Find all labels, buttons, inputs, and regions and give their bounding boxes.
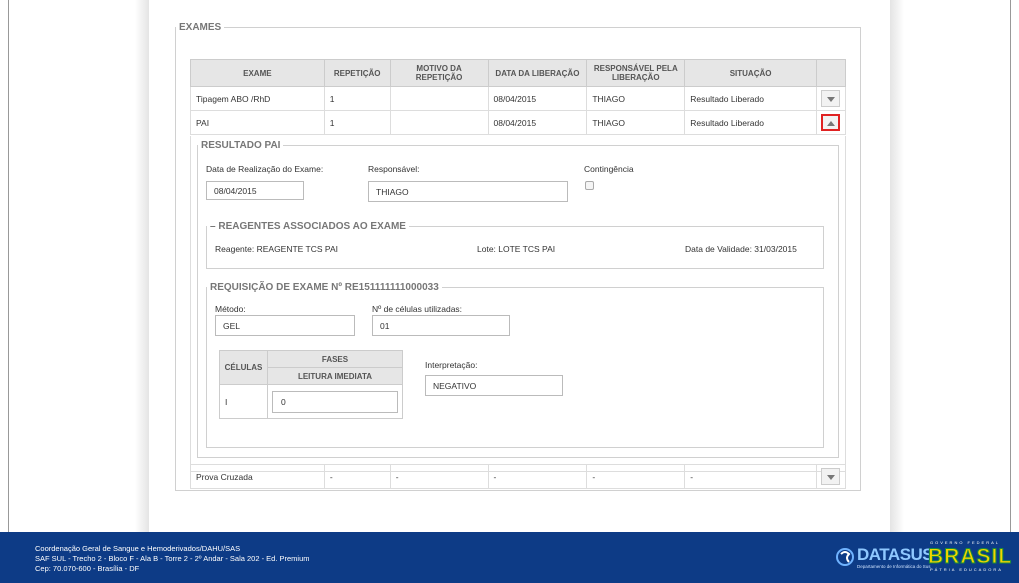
- cell-celula: I: [219, 384, 268, 419]
- responsavel-label: Responsável:: [368, 164, 420, 174]
- leitura-value: 0: [281, 396, 286, 407]
- page-shadow-left: [135, 0, 149, 532]
- cell-repeticao: 1: [323, 86, 391, 111]
- exames-table: EXAME REPETIÇÃO MOTIVO DA REPETIÇÃO DATA…: [190, 59, 847, 135]
- contingencia-label: Contingência: [584, 164, 634, 174]
- table-row: I 0: [219, 384, 403, 419]
- col-data: DATA DA LIBERAÇÃO: [487, 59, 588, 87]
- lote-text: Lote: LOTE TCS PAI: [477, 244, 556, 254]
- validade-text: Data de Validade: 31/03/2015: [685, 244, 797, 254]
- cell-toggle: [815, 86, 847, 111]
- resultado-legend: RESULTADO PAI: [201, 140, 281, 151]
- cell-exame: Prova Cruzada: [190, 464, 325, 489]
- cell-situacao: -: [684, 464, 817, 489]
- table-row: PAI 1 08/04/2015 THIAGO Resultado Libera…: [190, 110, 847, 135]
- footer-line-2: SAF SUL - Trecho 2 - Bloco F - Ala B - T…: [35, 554, 310, 563]
- col-repeticao: REPETIÇÃO: [323, 59, 391, 87]
- data-realizacao-value: 08/04/2015: [214, 185, 257, 196]
- cell-exame: Tipagem ABO /RhD: [190, 86, 325, 111]
- interpretacao-label: Interpretação:: [425, 360, 478, 370]
- cell-leitura: 0: [267, 384, 403, 419]
- exames-fieldset: EXAMES EXAME REPETIÇÃO MOTIVO DA REPETIÇ…: [175, 22, 861, 491]
- cell-toggle: [815, 110, 847, 135]
- expand-button[interactable]: [821, 90, 841, 107]
- celulas-table: CÉLULAS FASES LEITURA IMEDIATA I 0: [219, 350, 403, 419]
- chevron-down-icon: [827, 97, 836, 102]
- cell-data: -: [487, 464, 588, 489]
- brasil-wordmark: BRASIL: [927, 545, 1013, 569]
- footer: Coordenação Geral de Sangue e Hemoderiva…: [0, 532, 1019, 583]
- requisicao-legend: REQUISIÇÃO DE EXAME Nº RE151111111000033: [210, 282, 439, 293]
- celulas-utilizadas-value: 01: [380, 320, 390, 331]
- cell-motivo: [389, 110, 489, 135]
- responsavel-field[interactable]: THIAGO: [368, 181, 568, 202]
- expand-button[interactable]: [821, 468, 841, 485]
- contingencia-checkbox[interactable]: [585, 181, 594, 190]
- col-celulas: CÉLULAS: [219, 350, 268, 385]
- reagentes-legend-text: REAGENTES ASSOCIADOS AO EXAME: [218, 221, 406, 232]
- metodo-value: GEL: [223, 320, 241, 331]
- celulas-utilizadas-field[interactable]: 01: [372, 315, 510, 336]
- cell-responsavel: THIAGO: [586, 86, 686, 111]
- datasus-logo[interactable]: DATASUS Departamento de Informática do S…: [835, 542, 934, 572]
- col-exame: EXAME: [190, 59, 325, 87]
- col-leitura-imediata: LEITURA IMEDIATA: [267, 367, 403, 385]
- main-content: EXAMES EXAME REPETIÇÃO MOTIVO DA REPETIÇ…: [149, 0, 890, 532]
- pai-detail-panel: RESULTADO PAI Data de Realização do Exam…: [190, 136, 846, 472]
- cell-repeticao: -: [323, 464, 391, 489]
- col-toggle: [815, 59, 847, 87]
- cell-responsavel: -: [586, 464, 686, 489]
- chevron-up-icon: [827, 121, 836, 126]
- col-fases: FASES: [267, 350, 403, 368]
- table-row: Prova Cruzada - - - - -: [190, 464, 847, 489]
- chevron-down-icon: [827, 475, 836, 480]
- exames-legend: EXAMES: [179, 22, 222, 33]
- cell-exame: PAI: [190, 110, 325, 135]
- cell-situacao: Resultado Liberado: [684, 110, 817, 135]
- requisicao-fieldset: REQUISIÇÃO DE EXAME Nº RE151111111000033…: [206, 282, 824, 448]
- footer-address: Coordenação Geral de Sangue e Hemoderiva…: [35, 544, 310, 574]
- footer-line-1: Coordenação Geral de Sangue e Hemoderiva…: [35, 544, 241, 553]
- leitura-input[interactable]: 0: [272, 390, 398, 413]
- exames-header-row: EXAME REPETIÇÃO MOTIVO DA REPETIÇÃO DATA…: [190, 59, 847, 87]
- cell-situacao: Resultado Liberado: [684, 86, 817, 111]
- reagentes-legend: – REAGENTES ASSOCIADOS AO EXAME: [210, 221, 406, 232]
- page-shadow-right: [890, 0, 904, 532]
- cell-toggle: [815, 464, 847, 489]
- col-situacao: SITUAÇÃO: [684, 59, 817, 87]
- data-realizacao-field[interactable]: 08/04/2015: [206, 181, 304, 200]
- interpretacao-field[interactable]: NEGATIVO: [425, 375, 563, 396]
- cell-repeticao: 1: [323, 110, 391, 135]
- responsavel-value: THIAGO: [376, 186, 409, 197]
- cell-motivo: [389, 86, 489, 111]
- interpretacao-value: NEGATIVO: [433, 380, 477, 391]
- resultado-fieldset: RESULTADO PAI Data de Realização do Exam…: [197, 140, 839, 458]
- metodo-label: Método:: [215, 304, 246, 314]
- reagentes-fieldset: – REAGENTES ASSOCIADOS AO EXAME Reagente…: [206, 221, 824, 269]
- datasus-wordmark: DATASUS: [857, 545, 934, 564]
- table-row: Tipagem ABO /RhD 1 08/04/2015 THIAGO Res…: [190, 86, 847, 111]
- col-motivo: MOTIVO DA REPETIÇÃO: [389, 59, 489, 87]
- patria-educadora-text: PÁTRIA EDUCADORA: [930, 567, 1003, 572]
- prova-cruzada-table: Prova Cruzada - - - - -: [190, 464, 847, 489]
- footer-line-3: Cep: 70.070-600 - Brasília - DF: [35, 564, 140, 573]
- celulas-utilizadas-label: Nº de células utilizadas:: [372, 304, 463, 314]
- cell-data: 08/04/2015: [487, 86, 588, 111]
- metodo-field[interactable]: GEL: [215, 315, 355, 336]
- reagente-text: Reagente: REAGENTE TCS PAI: [215, 244, 338, 254]
- data-realizacao-label: Data de Realização do Exame:: [206, 164, 324, 174]
- datasus-subtitle: Departamento de Informática do Sus: [857, 564, 931, 569]
- cell-data: 08/04/2015: [487, 110, 588, 135]
- collapse-button[interactable]: [821, 114, 841, 131]
- brasil-logo[interactable]: GOVERNO FEDERAL BRASIL PÁTRIA EDUCADORA: [926, 540, 1019, 574]
- col-responsavel: RESPONSÁVEL PELA LIBERAÇÃO: [586, 59, 686, 87]
- cell-motivo: -: [389, 464, 489, 489]
- cell-responsavel: THIAGO: [586, 110, 686, 135]
